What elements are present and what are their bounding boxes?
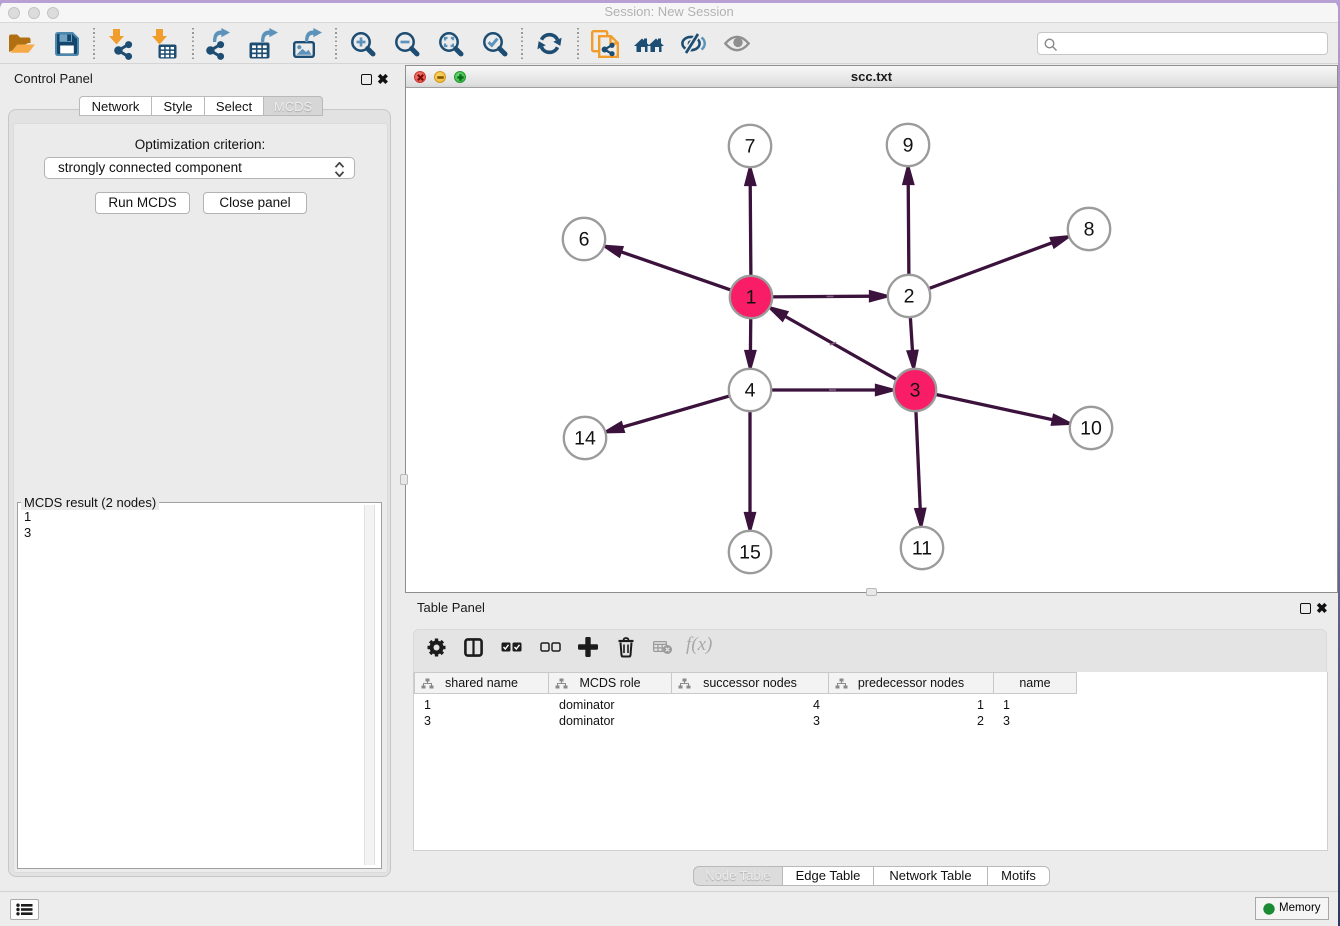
svg-text:6: 6	[579, 229, 590, 251]
svg-text:4: 4	[745, 380, 756, 402]
svg-text:2: 2	[904, 286, 915, 308]
svg-text:8: 8	[1084, 219, 1095, 241]
svg-text:11: 11	[912, 538, 932, 560]
svg-text:7: 7	[745, 136, 756, 158]
svg-text:10: 10	[1080, 418, 1102, 440]
svg-text:14: 14	[574, 428, 596, 450]
svg-text:3: 3	[910, 380, 921, 402]
svg-text:15: 15	[739, 542, 761, 564]
svg-text:9: 9	[903, 135, 914, 157]
svg-text:1: 1	[746, 287, 757, 309]
